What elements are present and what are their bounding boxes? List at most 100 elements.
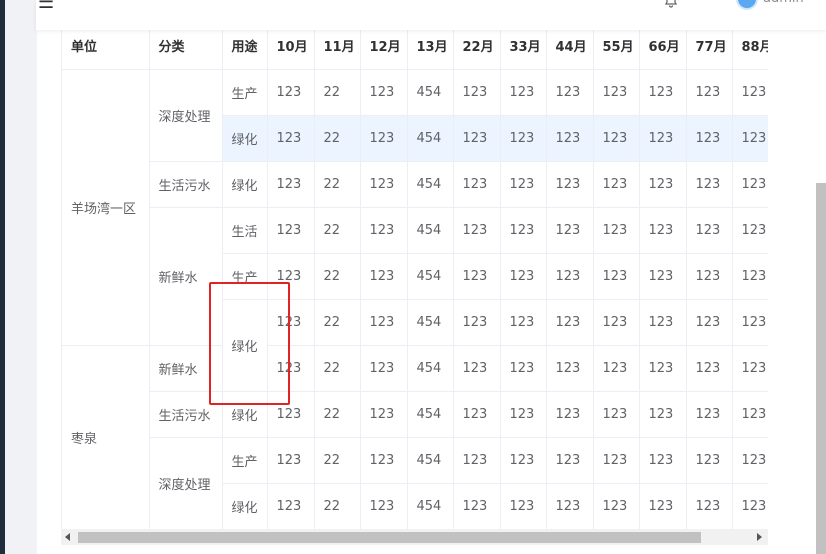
value-cell: 123 (500, 391, 547, 438)
value-cell: 123 (639, 483, 687, 529)
value-cell: 123 (453, 161, 501, 208)
value-cell: 123 (593, 437, 640, 484)
value-cell: 123 (732, 207, 768, 254)
value-cell: 123 (267, 437, 315, 484)
value-cell: 123 (360, 161, 408, 208)
value-cell: 22 (314, 345, 361, 392)
use-cell: 绿化 (222, 391, 268, 438)
value-cell: 123 (267, 483, 315, 529)
value-cell: 123 (639, 437, 687, 484)
value-cell: 123 (639, 391, 687, 438)
value-cell: 123 (453, 115, 501, 162)
value-cell: 123 (686, 345, 733, 392)
value-cell: 123 (453, 207, 501, 254)
sidebar-dark-edge (0, 0, 5, 554)
value-cell: 123 (360, 345, 408, 392)
value-cell: 22 (314, 253, 361, 300)
value-cell: 123 (593, 161, 640, 208)
value-cell: 123 (732, 115, 768, 162)
category-cell: 新鲜水 (149, 207, 223, 346)
value-cell: 123 (546, 483, 594, 529)
value-cell: 123 (546, 253, 594, 300)
value-cell: 123 (732, 69, 768, 116)
value-cell: 123 (639, 115, 687, 162)
avatar[interactable] (736, 0, 758, 10)
data-table: 单位 分类 用途 10月 11月 12月 13月 22月 33月 44月 55月… (62, 23, 768, 529)
value-cell: 123 (360, 115, 408, 162)
value-cell: 123 (593, 115, 640, 162)
scroll-right-arrow-icon[interactable] (757, 533, 762, 541)
table-row[interactable]: 枣泉 新鲜水 123 22 123 454 123 123 123 123 12… (62, 345, 768, 529)
value-cell: 123 (593, 253, 640, 300)
category-cell: 深度处理 (149, 437, 223, 529)
value-cell: 123 (360, 483, 408, 529)
hamburger-icon[interactable]: ☰ (38, 0, 54, 13)
scroll-left-arrow-icon[interactable] (65, 533, 70, 541)
value-cell: 123 (267, 299, 315, 346)
value-cell: 123 (500, 299, 547, 346)
use-cell: 生产 (222, 253, 268, 300)
value-cell: 123 (732, 299, 768, 346)
use-cell: 生产 (222, 437, 268, 484)
use-cell: 生活 (222, 207, 268, 254)
use-cell-merged: 绿化 (222, 299, 268, 392)
username-label[interactable]: admin (763, 0, 804, 6)
value-cell: 123 (732, 483, 768, 529)
value-cell: 123 (267, 115, 315, 162)
value-cell: 123 (360, 299, 408, 346)
value-cell: 123 (500, 207, 547, 254)
value-cell: 123 (732, 391, 768, 438)
value-cell: 123 (360, 253, 408, 300)
value-cell: 123 (546, 207, 594, 254)
value-cell: 123 (732, 253, 768, 300)
value-cell: 22 (314, 161, 361, 208)
category-cell: 深度处理 (149, 69, 223, 162)
table-row[interactable]: 深度处理 生产 123 22 123 454 123 123 123 123 1… (62, 437, 768, 529)
value-cell: 123 (360, 207, 408, 254)
value-cell: 123 (732, 345, 768, 392)
vertical-scrollbar[interactable] (816, 183, 826, 554)
value-cell: 123 (639, 69, 687, 116)
value-cell: 454 (407, 207, 454, 254)
value-cell: 123 (639, 253, 687, 300)
category-cell: 生活污水 (149, 391, 223, 438)
value-cell: 123 (686, 207, 733, 254)
value-cell: 123 (686, 161, 733, 208)
value-cell: 22 (314, 207, 361, 254)
bell-icon[interactable] (664, 0, 678, 8)
value-cell: 22 (314, 69, 361, 116)
value-cell: 454 (407, 161, 454, 208)
value-cell: 454 (407, 69, 454, 116)
table-row[interactable]: 羊场湾一区 深度处理 生产 123 22 123 454 123 123 123… (62, 69, 768, 346)
horizontal-scrollbar[interactable] (61, 529, 768, 545)
value-cell: 123 (267, 161, 315, 208)
value-cell: 123 (267, 253, 315, 300)
value-cell: 123 (500, 69, 547, 116)
value-cell: 123 (453, 391, 501, 438)
value-cell: 123 (360, 69, 408, 116)
value-cell: 123 (453, 253, 501, 300)
value-cell: 123 (686, 299, 733, 346)
value-cell: 123 (453, 437, 501, 484)
use-cell: 生产 (222, 69, 268, 116)
value-cell: 123 (546, 161, 594, 208)
value-cell: 454 (407, 299, 454, 346)
horizontal-scroll-thumb[interactable] (78, 532, 701, 543)
value-cell: 123 (593, 207, 640, 254)
value-cell: 123 (593, 391, 640, 438)
table-row[interactable]: 生活污水 绿化 123 22 123 454 123 123 123 123 1… (62, 161, 768, 208)
value-cell: 123 (593, 345, 640, 392)
value-cell: 123 (267, 345, 315, 392)
value-cell: 123 (500, 483, 547, 529)
table-row[interactable]: 生活污水 绿化 123 22 123 454 123 123 123 123 1… (62, 391, 768, 438)
value-cell: 123 (732, 437, 768, 484)
table-row[interactable]: 新鲜水 生活 123 22 123 454 123 123 123 123 12… (62, 207, 768, 346)
value-cell: 123 (593, 483, 640, 529)
value-cell: 123 (500, 345, 547, 392)
value-cell: 454 (407, 483, 454, 529)
use-cell: 绿化 (222, 161, 268, 208)
value-cell: 123 (639, 299, 687, 346)
value-cell: 123 (686, 391, 733, 438)
value-cell: 123 (546, 345, 594, 392)
value-cell: 123 (686, 253, 733, 300)
